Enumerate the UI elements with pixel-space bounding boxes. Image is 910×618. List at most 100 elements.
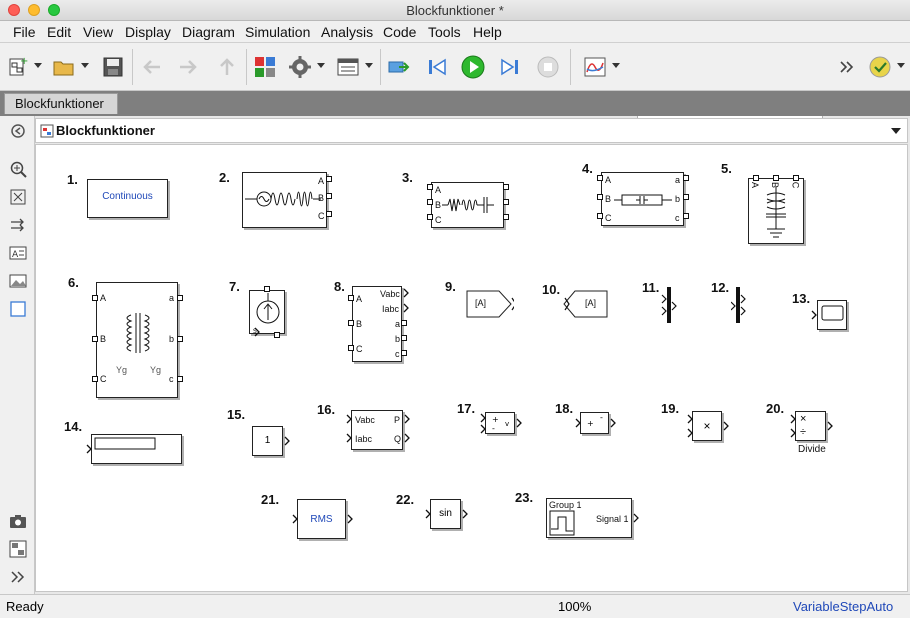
image-icon[interactable]: [9, 272, 27, 290]
tab-blockfunktioner[interactable]: Blockfunktioner: [4, 93, 118, 114]
step-forward-icon[interactable]: [498, 55, 522, 79]
signal-out-port[interactable]: [284, 436, 290, 446]
signal-label: Signal 1: [596, 514, 629, 524]
three-phase-transformer-block[interactable]: A B C a b c Yg Yg: [96, 282, 178, 398]
menu-display[interactable]: Display: [125, 24, 171, 40]
hide-browser-icon[interactable]: [9, 122, 27, 140]
new-model-icon[interactable]: +: [7, 55, 31, 79]
arrows-icon[interactable]: [9, 216, 27, 234]
controlled-current-source-block[interactable]: S: [249, 290, 285, 335]
conn-port[interactable]: [401, 320, 407, 326]
from-block[interactable]: [A]: [563, 290, 611, 320]
signal-out-port[interactable]: [462, 509, 468, 519]
current-source-icon: S: [253, 293, 280, 335]
conn-port[interactable]: [401, 350, 407, 356]
screenshot-icon[interactable]: [9, 512, 27, 530]
record-icon[interactable]: [583, 55, 607, 79]
powergui-block[interactable]: Continuous: [87, 179, 168, 218]
signal-out-port[interactable]: [516, 418, 522, 428]
vi-measurement-block[interactable]: A B C Vabc Iabc a b c: [352, 286, 402, 362]
divide-block[interactable]: × ÷: [795, 411, 826, 441]
signal-out-port[interactable]: [403, 288, 409, 298]
annotation-icon[interactable]: A: [9, 244, 27, 262]
update-diagram-icon[interactable]: [386, 55, 410, 79]
run-icon[interactable]: [461, 55, 485, 79]
conn-port[interactable]: [401, 335, 407, 341]
subtract-block[interactable]: + -: [580, 412, 609, 434]
signal-out-port[interactable]: [403, 303, 409, 313]
from-tag-label: [A]: [585, 298, 597, 308]
power-measurement-block[interactable]: Vabc Iabc P Q: [351, 410, 403, 450]
expand-palette-icon[interactable]: [9, 568, 27, 586]
menu-diagram[interactable]: Diagram: [182, 24, 235, 40]
mux-shape: [661, 287, 677, 323]
menu-view[interactable]: View: [83, 24, 113, 40]
mux-block[interactable]: [661, 285, 677, 325]
stop-icon[interactable]: [536, 55, 560, 79]
up-icon[interactable]: [215, 55, 239, 79]
constant-block[interactable]: 1: [252, 426, 283, 456]
check-icon[interactable]: [868, 55, 892, 79]
zoom-icon[interactable]: [9, 160, 27, 178]
address-bar[interactable]: Blockfunktioner: [35, 118, 908, 143]
signal-in-port[interactable]: [811, 310, 817, 320]
new-model-dropdown-icon[interactable]: [34, 63, 42, 68]
solver-link[interactable]: VariableStepAuto: [793, 599, 893, 614]
address-dropdown-icon[interactable]: [891, 128, 901, 134]
menu-tools[interactable]: Tools: [428, 24, 461, 40]
step-back-icon[interactable]: [425, 55, 449, 79]
signal-out-port[interactable]: [404, 433, 410, 443]
demux-block[interactable]: [730, 285, 747, 325]
display-block[interactable]: [91, 434, 182, 464]
save-icon[interactable]: [101, 55, 125, 79]
rms-block[interactable]: RMS: [297, 499, 346, 539]
sum-block[interactable]: + - v: [485, 412, 515, 434]
goto-tag-label: [A]: [475, 298, 487, 308]
three-phase-series-rlc-block[interactable]: A B C: [748, 178, 804, 244]
area-icon[interactable]: [9, 300, 27, 318]
scope-block[interactable]: [817, 300, 847, 330]
tab-strip: Blockfunktioner: [0, 91, 910, 116]
menu-bar: File Edit View Display Diagram Simulatio…: [0, 21, 910, 43]
goto-block[interactable]: [A]: [466, 290, 517, 320]
forward-icon[interactable]: [176, 55, 200, 79]
model-browser-icon[interactable]: [9, 540, 27, 558]
signal-out-port[interactable]: [610, 418, 616, 428]
record-dropdown-icon[interactable]: [612, 63, 620, 68]
check-dropdown-icon[interactable]: [897, 63, 905, 68]
product-block[interactable]: ×: [692, 411, 722, 441]
port-label-a: A: [318, 176, 325, 186]
model-canvas[interactable]: 1. Continuous 2. A B C 3. A B C 4. A B C…: [35, 144, 908, 592]
open-icon[interactable]: [52, 55, 76, 79]
menu-edit[interactable]: Edit: [47, 24, 71, 40]
settings-dropdown-icon[interactable]: [317, 63, 325, 68]
three-phase-load-block[interactable]: A B C: [431, 182, 504, 228]
port-label-c-out: c: [169, 374, 174, 384]
port-label-b: B: [356, 319, 363, 329]
signal-out-port[interactable]: [723, 421, 729, 431]
three-phase-source-block[interactable]: A B C: [242, 172, 327, 228]
menu-code[interactable]: Code: [383, 24, 416, 40]
signal-out-port[interactable]: [633, 513, 639, 523]
signal-builder-block[interactable]: Group 1 Signal 1: [546, 498, 632, 538]
three-phase-breaker-block[interactable]: A B C a b c: [601, 172, 684, 226]
explorer-dropdown-icon[interactable]: [365, 63, 373, 68]
model-settings-icon[interactable]: [288, 55, 312, 79]
open-dropdown-icon[interactable]: [81, 63, 89, 68]
block-number: 9.: [445, 279, 456, 294]
model-explorer-icon[interactable]: [336, 55, 360, 79]
trig-function-block[interactable]: sin: [430, 499, 461, 529]
menu-file[interactable]: File: [13, 24, 36, 40]
more-icon[interactable]: [838, 55, 856, 79]
back-icon[interactable]: [140, 55, 164, 79]
zoom-level: 100%: [558, 599, 592, 614]
menu-help[interactable]: Help: [473, 24, 502, 40]
fit-view-icon[interactable]: [9, 188, 27, 206]
signal-out-port[interactable]: [347, 514, 353, 524]
menu-analysis[interactable]: Analysis: [321, 24, 373, 40]
sum-icon: +- v: [492, 415, 509, 433]
library-browser-icon[interactable]: [253, 55, 277, 79]
signal-out-port[interactable]: [827, 421, 833, 431]
menu-simulation[interactable]: Simulation: [245, 24, 310, 40]
signal-out-port[interactable]: [404, 414, 410, 424]
